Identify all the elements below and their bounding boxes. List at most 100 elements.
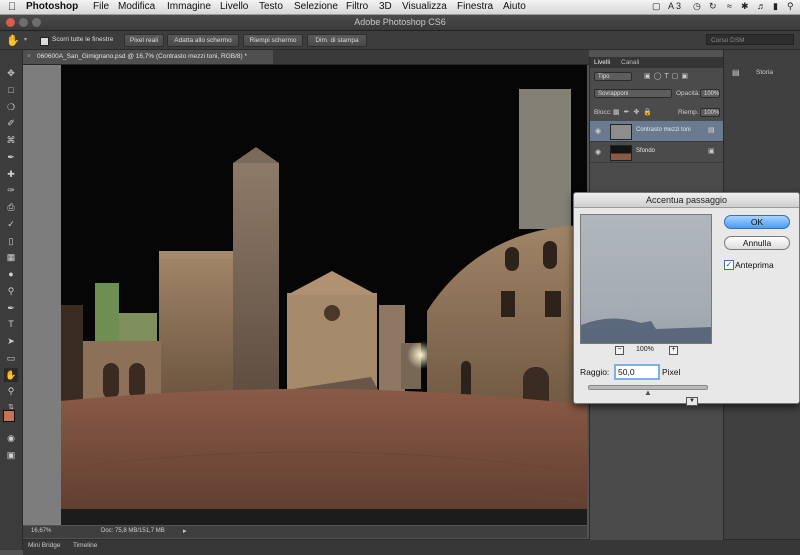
marquee-tool-icon[interactable]: □	[4, 83, 18, 97]
apple-menu-icon[interactable]: 	[8, 1, 16, 13]
menu-finestra[interactable]: Finestra	[457, 1, 493, 12]
ok-button[interactable]: OK	[724, 215, 790, 229]
layer-row[interactable]: ◉ Contrasto mezzi toni ▤	[590, 121, 723, 142]
visibility-eye-icon[interactable]: ◉	[595, 127, 601, 135]
radius-unit: Pixel	[662, 367, 681, 377]
status-bar: 16,67% Doc: 75,8 MB/151,7 MB ▸	[23, 526, 587, 538]
opacity-field[interactable]: 100%	[700, 89, 720, 98]
tab-mini-bridge[interactable]: Mini Bridge	[28, 542, 61, 549]
eyedropper-tool-icon[interactable]: ✒	[4, 150, 18, 164]
layer-name: Contrasto mezzi toni	[636, 127, 691, 133]
tray-sync-icon[interactable]: ↻	[709, 1, 717, 12]
fill-label: Riemp.:	[678, 109, 701, 116]
tray-volume-icon[interactable]: ♬	[757, 1, 766, 11]
quick-mask-icon[interactable]: ◉	[4, 431, 18, 445]
close-tab-icon[interactable]: ×	[27, 50, 31, 64]
dodge-tool-icon[interactable]: ⚲	[4, 284, 18, 298]
tools-panel: ✥ □ ❍ ✐ ⌘ ✒ ✚ ✑ ⎙ ✓ ▯ ▦ ● ⚲ ✒ T ➤ ▭ ✋ ⚲ …	[0, 50, 23, 550]
move-tool-icon[interactable]: ✥	[4, 66, 18, 80]
hand-tool-icon[interactable]: ✋	[4, 368, 18, 382]
brush-tool-icon[interactable]: ✑	[4, 183, 18, 197]
layer-filter-label: Tipo	[598, 74, 610, 80]
layer-filter-icons[interactable]: ▣◯T▢▣	[644, 72, 691, 80]
status-arrow-icon[interactable]: ▸	[183, 527, 187, 535]
tab-livelli[interactable]: Livelli	[594, 59, 610, 66]
tab-timeline[interactable]: Timeline	[73, 542, 97, 549]
menu-filtro[interactable]: Filtro	[346, 1, 368, 12]
document-tab[interactable]: × 060600A_San_Gimignano.psd @ 16,7% (Con…	[23, 50, 273, 64]
path-selection-tool-icon[interactable]: ➤	[4, 334, 18, 348]
pen-tool-icon[interactable]: ✒	[4, 301, 18, 315]
radius-slider[interactable]: ▲	[588, 385, 708, 397]
radius-slider-handle[interactable]: ▲	[644, 388, 652, 397]
fill-screen-button[interactable]: Riempi schermo	[243, 34, 303, 47]
fit-screen-button[interactable]: Adatta allo schermo	[167, 34, 239, 47]
tab-canali[interactable]: Canali	[621, 59, 639, 66]
foreground-color-swatch[interactable]	[3, 410, 15, 422]
preview-checkbox[interactable]: ✓	[724, 260, 734, 270]
menu-immagine[interactable]: Immagine	[167, 1, 211, 12]
menu-livello[interactable]: Livello	[220, 1, 248, 12]
quick-selection-tool-icon[interactable]: ✐	[4, 116, 18, 130]
layer-row[interactable]: ◉ Sfondo ▣	[590, 142, 723, 163]
dialog-title: Accentua passaggio	[574, 193, 799, 208]
gradient-tool-icon[interactable]: ▦	[4, 250, 18, 264]
layers-panel-tabs: Livelli Canali	[590, 57, 723, 68]
tool-preset-chevron-icon[interactable]: ▾	[24, 36, 27, 43]
menu-3d[interactable]: 3D	[379, 1, 392, 12]
document-image[interactable]	[61, 65, 587, 525]
history-panel-icon[interactable]: ▤	[732, 68, 740, 77]
tray-adobe-icon[interactable]: A 3	[668, 1, 681, 11]
actual-pixels-button[interactable]: Pixel reali	[124, 34, 164, 47]
menu-modifica[interactable]: Modifica	[118, 1, 155, 12]
cancel-button[interactable]: Annulla	[724, 236, 790, 250]
zoom-out-button[interactable]: −	[615, 346, 624, 355]
tray-bluetooth-icon[interactable]: ✱	[741, 1, 749, 12]
eraser-tool-icon[interactable]: ▯	[4, 234, 18, 248]
filter-preview[interactable]	[580, 214, 712, 344]
crop-tool-icon[interactable]: ⌘	[4, 133, 18, 147]
visibility-eye-icon[interactable]: ◉	[595, 148, 601, 156]
menu-selezione[interactable]: Selezione	[294, 1, 338, 12]
history-brush-tool-icon[interactable]: ✓	[4, 217, 18, 231]
menu-testo[interactable]: Testo	[259, 1, 283, 12]
tray-clock-icon[interactable]: ◷	[693, 1, 701, 12]
workspace-select[interactable]: Corso DSM	[706, 34, 794, 45]
screen-mode-icon[interactable]: ▣	[4, 448, 18, 462]
window-title-bar: Adobe Photoshop CS6	[0, 15, 800, 31]
fill-field[interactable]: 100%	[700, 108, 720, 117]
radius-label: Raggio:	[580, 367, 610, 377]
dialog-resize-handle[interactable]: ▼	[686, 397, 698, 406]
blur-tool-icon[interactable]: ●	[4, 267, 18, 281]
zoom-in-button[interactable]: +	[669, 346, 678, 355]
zoom-tool-icon[interactable]: ⚲	[4, 384, 18, 398]
lock-icons[interactable]: ▦✒✥🔒	[613, 108, 656, 116]
tray-screen-icon[interactable]: ▢	[652, 1, 661, 12]
lock-label: Blocc:	[594, 109, 612, 116]
scroll-all-windows-checkbox[interactable]	[40, 37, 49, 46]
preview-checkbox-label: Anteprima	[735, 260, 774, 270]
hand-tool-preset-icon[interactable]: ✋	[6, 34, 20, 47]
menu-visualizza[interactable]: Visualizza	[402, 1, 447, 12]
tray-battery-icon[interactable]: ▮	[773, 1, 778, 12]
print-size-button[interactable]: Dim. di stampa	[307, 34, 367, 47]
document-tab-bar: × 060600A_San_Gimignano.psd @ 16,7% (Con…	[23, 50, 589, 65]
tray-search-icon[interactable]: ⚲	[787, 1, 794, 12]
shape-tool-icon[interactable]: ▭	[4, 351, 18, 365]
clone-stamp-tool-icon[interactable]: ⎙	[4, 200, 18, 214]
status-zoom-level[interactable]: 16,67%	[31, 528, 51, 534]
document-canvas[interactable]	[23, 65, 587, 525]
layer-filter-select[interactable]: Tipo	[594, 72, 632, 81]
blend-mode-select[interactable]: Sovrapponi	[594, 89, 672, 98]
tray-wifi-icon[interactable]: ≈	[727, 1, 732, 11]
type-tool-icon[interactable]: T	[4, 317, 18, 331]
radius-value: 50,0	[618, 367, 635, 377]
lasso-tool-icon[interactable]: ❍	[4, 100, 18, 114]
menu-aiuto[interactable]: Aiuto	[503, 1, 526, 12]
history-panel-label[interactable]: Storia	[756, 69, 773, 76]
menu-file[interactable]: File	[93, 1, 109, 12]
radius-input[interactable]: 50,0	[614, 364, 660, 380]
menu-app-name[interactable]: Photoshop	[26, 1, 78, 12]
healing-brush-tool-icon[interactable]: ✚	[4, 167, 18, 181]
document-tab-title: 060600A_San_Gimignano.psd @ 16,7% (Contr…	[37, 53, 248, 60]
